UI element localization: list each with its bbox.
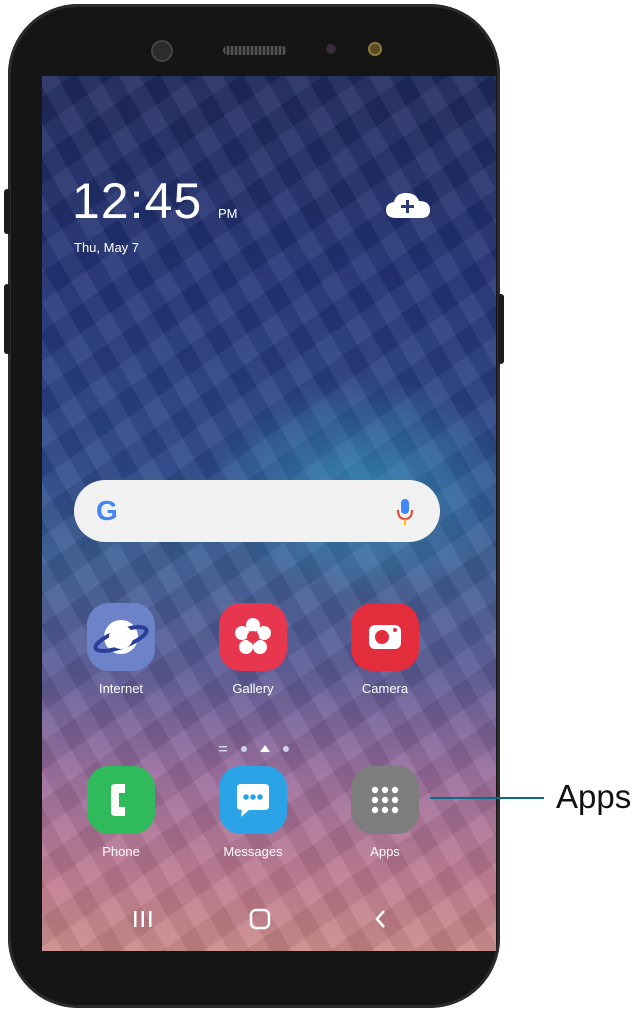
home-icon[interactable] [248, 908, 272, 930]
phone-icon [87, 766, 155, 834]
mic-icon[interactable] [396, 498, 414, 526]
app-gallery[interactable]: Gallery [208, 603, 298, 696]
clock-date: Thu, May 7 [74, 240, 140, 255]
power-button [498, 294, 504, 364]
internet-icon [87, 603, 155, 671]
gallery-icon [219, 603, 287, 671]
callout-line [430, 797, 544, 799]
app-label: Messages [223, 844, 283, 859]
app-messages[interactable]: Messages [208, 766, 298, 859]
clock-time: 12:45 [72, 173, 203, 229]
earpiece-speaker [223, 46, 287, 55]
cloud-add-icon[interactable] [384, 190, 432, 220]
app-phone[interactable]: Phone [76, 766, 166, 859]
camera-icon [351, 603, 419, 671]
app-label: Camera [361, 681, 409, 696]
app-label: Phone [102, 844, 140, 859]
page-indicator[interactable] [217, 743, 297, 755]
sensor-icon [326, 44, 336, 54]
volume-up-button [4, 189, 10, 234]
app-label: Internet [98, 681, 144, 696]
navigation-bar [42, 891, 496, 951]
home-screen: 12:45 PM Thu, May 7 G Internet Gallery C… [42, 76, 496, 951]
google-search-bar[interactable]: G [74, 480, 440, 542]
messages-icon [219, 766, 287, 834]
clock-ampm: PM [218, 206, 238, 221]
app-camera[interactable]: Camera [340, 603, 430, 696]
app-label: Gallery [232, 681, 274, 696]
google-logo-icon: G [96, 495, 118, 526]
front-camera-icon [151, 40, 173, 62]
app-label: Apps [370, 844, 400, 859]
callout-apps-label: Apps [556, 778, 632, 815]
apps-grid-icon [351, 766, 419, 834]
app-internet[interactable]: Internet [76, 603, 166, 696]
app-apps[interactable]: Apps [340, 766, 430, 859]
volume-down-button [4, 284, 10, 354]
recent-apps-icon[interactable] [132, 908, 154, 930]
phone-frame: 12:45 PM Thu, May 7 G Internet Gallery C… [4, 4, 504, 1008]
back-icon[interactable] [372, 908, 390, 930]
flash-icon [368, 42, 382, 56]
